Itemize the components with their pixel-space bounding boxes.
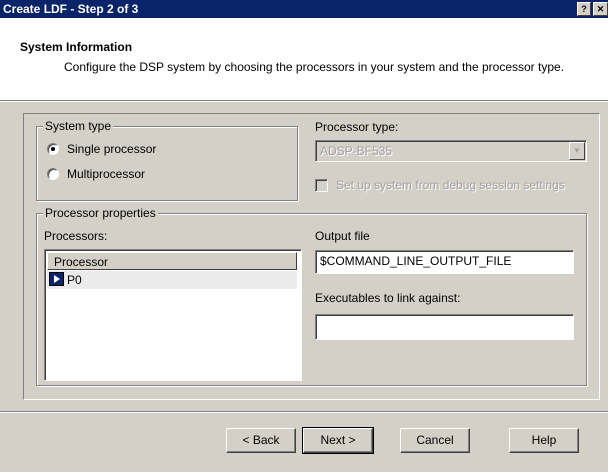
processors-list[interactable]: Processor P0 — [44, 249, 302, 381]
header-divider-highlight — [0, 101, 608, 102]
title-bar[interactable]: Create LDF - Step 2 of 3 ? ✕ — [0, 0, 608, 18]
cancel-button[interactable]: Cancel — [400, 428, 470, 453]
multiprocessor-radio[interactable] — [47, 168, 59, 180]
chevron-down-icon[interactable]: ▼ — [569, 142, 585, 160]
create-ldf-dialog: Create LDF - Step 2 of 3 ? ✕ System Info… — [0, 0, 608, 472]
help-icon[interactable]: ? — [577, 2, 591, 16]
main-panel: System type Single processor Multiproces… — [23, 113, 600, 400]
system-type-legend: System type — [43, 119, 114, 133]
single-processor-label[interactable]: Single processor — [67, 142, 156, 156]
processor-column-header[interactable]: Processor — [47, 252, 297, 270]
page-subtitle: Configure the DSP system by choosing the… — [64, 60, 565, 74]
processor-name: P0 — [67, 273, 82, 287]
close-icon[interactable]: ✕ — [593, 2, 608, 16]
list-item[interactable]: P0 — [47, 271, 297, 289]
output-file-label: Output file — [315, 229, 370, 243]
single-processor-radio[interactable] — [47, 143, 59, 155]
multiprocessor-label[interactable]: Multiprocessor — [67, 167, 145, 181]
processor-icon — [49, 272, 64, 286]
executables-input[interactable] — [315, 314, 574, 340]
system-type-group: System type Single processor Multiproces… — [36, 119, 298, 201]
wizard-header: System Information Configure the DSP sys… — [0, 18, 608, 100]
processor-type-select[interactable]: ADSP-BF535 ▼ — [315, 140, 587, 162]
processor-column-header-label: Processor — [54, 255, 109, 269]
window-title: Create LDF - Step 2 of 3 — [3, 2, 139, 16]
debug-session-label[interactable]: Set up system from debug session setting… — [336, 178, 565, 192]
next-button[interactable]: Next > — [302, 427, 374, 454]
processor-properties-legend: Processor properties — [43, 206, 158, 220]
processors-label: Processors: — [44, 229, 108, 243]
footer-divider-highlight — [0, 412, 608, 413]
output-file-value: $COMMAND_LINE_OUTPUT_FILE — [320, 254, 512, 268]
processor-type-label: Processor type: — [315, 120, 399, 134]
back-button[interactable]: < Back — [226, 428, 296, 453]
processor-type-value: ADSP-BF535 — [320, 144, 393, 158]
executables-label: Executables to link against: — [315, 291, 461, 305]
page-title: System Information — [20, 40, 133, 54]
help-button[interactable]: Help — [509, 428, 579, 453]
debug-session-checkbox[interactable] — [315, 179, 328, 192]
output-file-input[interactable]: $COMMAND_LINE_OUTPUT_FILE — [315, 250, 574, 274]
